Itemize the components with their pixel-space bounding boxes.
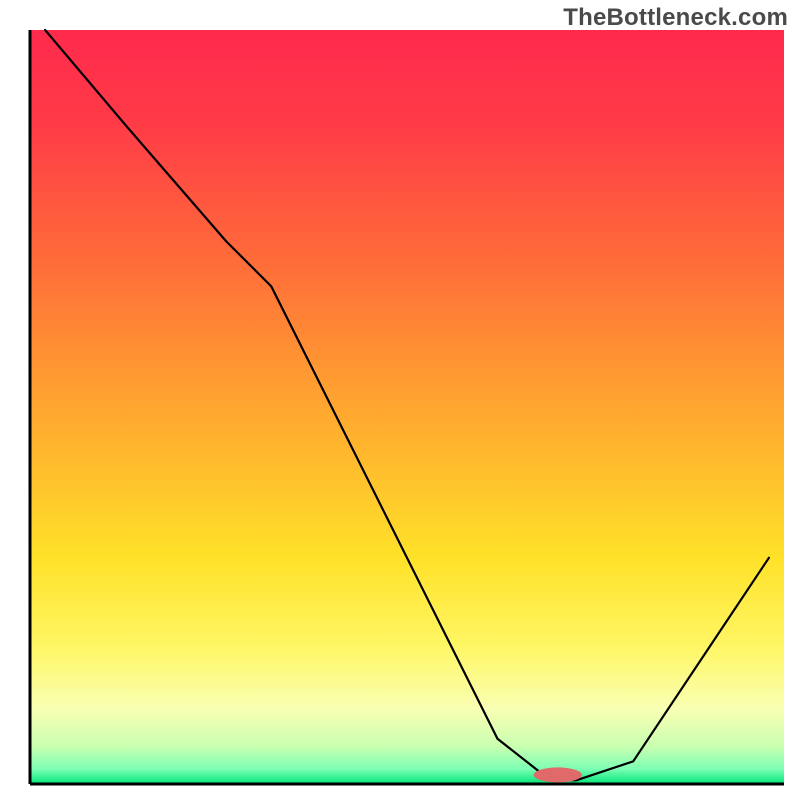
optimal-marker [534,767,582,782]
watermark-label: TheBottleneck.com [563,4,788,32]
bottleneck-chart [0,0,800,800]
chart-container: TheBottleneck.com [0,0,800,800]
plot-background [30,30,784,784]
